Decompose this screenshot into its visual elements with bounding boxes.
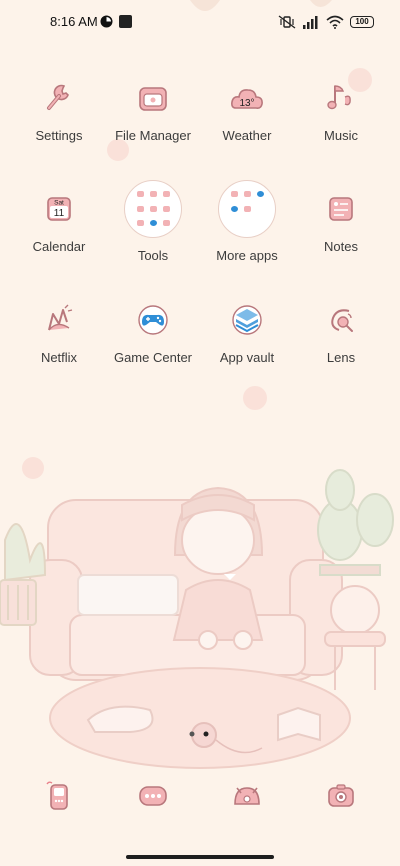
app-notification-icon <box>119 14 132 28</box>
dock <box>0 776 400 820</box>
lens-icon <box>331 309 353 332</box>
app-file-manager[interactable]: File Manager <box>105 78 201 143</box>
app-game-center[interactable]: Game Center <box>105 300 201 365</box>
folder-icon <box>139 87 167 111</box>
app-lens[interactable]: Lens <box>293 300 389 365</box>
notes-icon <box>329 197 353 221</box>
messages-icon[interactable] <box>133 776 173 816</box>
calendar-icon: Sat 11 <box>47 197 71 221</box>
app-label: App vault <box>219 350 275 365</box>
wifi-icon <box>326 15 344 29</box>
camera-icon[interactable] <box>321 776 361 816</box>
app-vault-icon <box>232 305 262 335</box>
folder-tools[interactable]: Tools <box>105 180 201 263</box>
phone-icon[interactable] <box>39 776 79 816</box>
app-label: Tools <box>137 248 169 263</box>
app-label: Calendar <box>32 239 86 254</box>
home-indicator[interactable] <box>126 855 274 859</box>
sync-notification-icon <box>100 15 113 27</box>
calendar-date: 11 <box>54 208 65 219</box>
app-label: Notes <box>324 239 358 254</box>
folder-more-apps-icon <box>218 180 276 238</box>
app-app-vault[interactable]: App vault <box>199 300 295 365</box>
folder-more-apps[interactable]: More apps <box>199 180 295 263</box>
status-time: 8:16 AM <box>50 14 98 29</box>
calendar-weekday: Sat <box>54 200 64 207</box>
battery-level: 100 <box>355 17 369 26</box>
weather-cloud-icon: 13° <box>231 89 263 109</box>
app-label: Game Center <box>113 350 193 365</box>
status-system-icons: 100 <box>278 14 374 30</box>
signal-icon <box>303 16 318 29</box>
app-weather[interactable]: 13° Weather <box>199 78 295 143</box>
netflix-icon <box>48 304 73 331</box>
app-music[interactable]: Music <box>293 78 389 143</box>
status-bar: 8:16 AM 100 <box>0 0 400 44</box>
music-note-icon <box>327 85 351 110</box>
app-label: Netflix <box>40 350 78 365</box>
battery-icon: 100 <box>350 16 374 28</box>
folder-tools-icon <box>124 180 182 238</box>
gamepad-icon <box>138 305 168 335</box>
weather-temperature: 13° <box>239 98 254 109</box>
app-label: File Manager <box>115 128 191 143</box>
app-notes[interactable]: Notes <box>293 189 389 254</box>
app-label: Weather <box>222 128 272 143</box>
status-notification-icons <box>100 14 132 28</box>
app-label: Music <box>324 128 358 143</box>
app-label: More apps <box>216 248 278 263</box>
app-netflix[interactable]: Netflix <box>11 300 107 365</box>
browser-icon[interactable] <box>227 776 267 816</box>
wrench-icon <box>47 84 69 110</box>
app-settings[interactable]: Settings <box>11 78 107 143</box>
app-calendar[interactable]: Sat 11 Calendar <box>11 189 107 254</box>
vibrate-mute-icon <box>278 15 296 29</box>
app-label: Settings <box>35 128 83 143</box>
app-label: Lens <box>326 350 356 365</box>
